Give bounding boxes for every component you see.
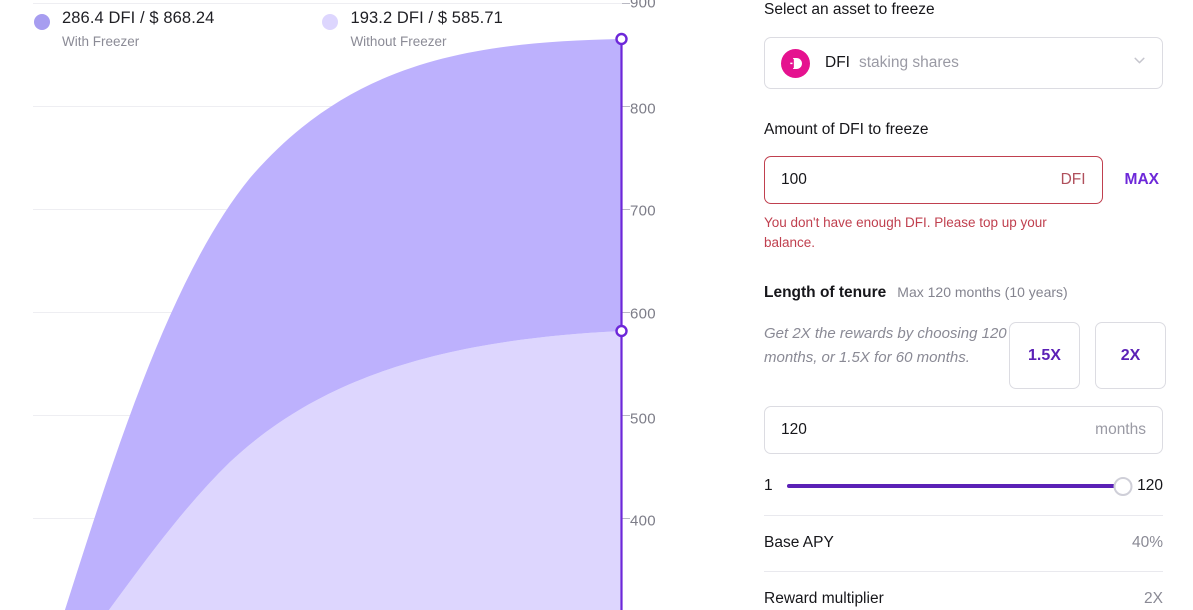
y-tick-800: 800 [630,100,656,118]
chart-marker-without-freezer [615,324,628,338]
tenure-hint-text: Get 2X the rewards by choosing 120 month… [764,325,1007,366]
slider-thumb[interactable] [1113,476,1133,496]
tenure-section-title: Length of tenure [764,284,887,301]
stat-value: 40% [1131,534,1163,551]
chevron-down-icon [1131,52,1148,74]
months-unit-label: months [1095,421,1146,438]
legend-item-without-freezer: 193.2 DFI / $ 585.71 Without Freezer [322,8,503,52]
multiplier-button-2x[interactable]: 2X [1095,322,1166,389]
stat-row-reward-multiplier: Reward multiplier 2X [764,571,1163,608]
amount-section-title: Amount of DFI to freeze [764,121,929,138]
stat-value: 2X [1144,590,1163,607]
tenure-row: Get 2X the rewards by choosing 120 month… [764,322,1166,389]
amount-unit-label: DFI [1060,171,1086,188]
freezer-calculator-page: 900 800 700 600 500 400 286.4 DFI / $ 86… [0,0,1193,610]
stat-label: Base APY [764,534,834,551]
y-tick-600: 600 [630,305,656,323]
slider-max-label: 120 [1137,477,1163,494]
amount-row: DFI MAX [764,156,1163,204]
months-input[interactable] [781,421,1096,439]
max-button[interactable]: MAX [1121,171,1163,189]
multiplier-buttons: 1.5X 2X [1009,322,1166,389]
y-tick-500: 500 [630,410,656,428]
stat-row-base-apy: Base APY 40% [764,515,1163,552]
legend-item-with-freezer: 286.4 DFI / $ 868.24 With Freezer [34,8,214,52]
tenure-slider-row: 1 120 [764,476,1163,496]
legend-label: Without Freezer [350,34,447,49]
legend-dot-icon [322,14,339,30]
chart-canvas [33,3,630,610]
chart-marker-with-freezer [615,32,628,46]
asset-symbol: DFI [825,54,850,71]
freeze-form-panel: Select an asset to freeze DFI staking sh… [690,0,1193,610]
legend-value: 193.2 DFI / $ 585.71 [350,9,503,27]
amount-field[interactable]: DFI [764,156,1103,204]
slider-fill [786,484,1124,488]
y-tick-400: 400 [630,512,656,530]
legend-label: With Freezer [62,34,140,49]
tenure-slider[interactable] [786,476,1133,496]
amount-input[interactable] [781,171,1061,189]
stat-label: Reward multiplier [764,590,884,607]
chart-legend: 286.4 DFI / $ 868.24 With Freezer 193.2 … [34,8,503,52]
tenure-header: Length of tenure Max 120 months (10 year… [764,283,1163,303]
slider-min-label: 1 [764,477,773,494]
asset-select[interactable]: DFI staking shares [764,37,1163,89]
chart-y-ticks [622,3,630,519]
y-tick-700: 700 [630,202,656,220]
asset-description: staking shares [858,54,959,71]
legend-value: 286.4 DFI / $ 868.24 [62,9,215,27]
y-tick-900: 900 [630,0,656,12]
legend-dot-icon [34,14,50,30]
asset-section-title: Select an asset to freeze [764,1,935,18]
months-field[interactable]: months [764,406,1163,454]
amount-error-message: You don't have enough DFI. Please top up… [764,215,1047,250]
multiplier-button-1_5x[interactable]: 1.5X [1009,322,1080,389]
rewards-chart: 900 800 700 600 500 400 286.4 DFI / $ 86… [0,0,690,610]
tenure-section-subtitle: Max 120 months (10 years) [897,284,1068,300]
dfi-coin-icon [781,48,810,78]
